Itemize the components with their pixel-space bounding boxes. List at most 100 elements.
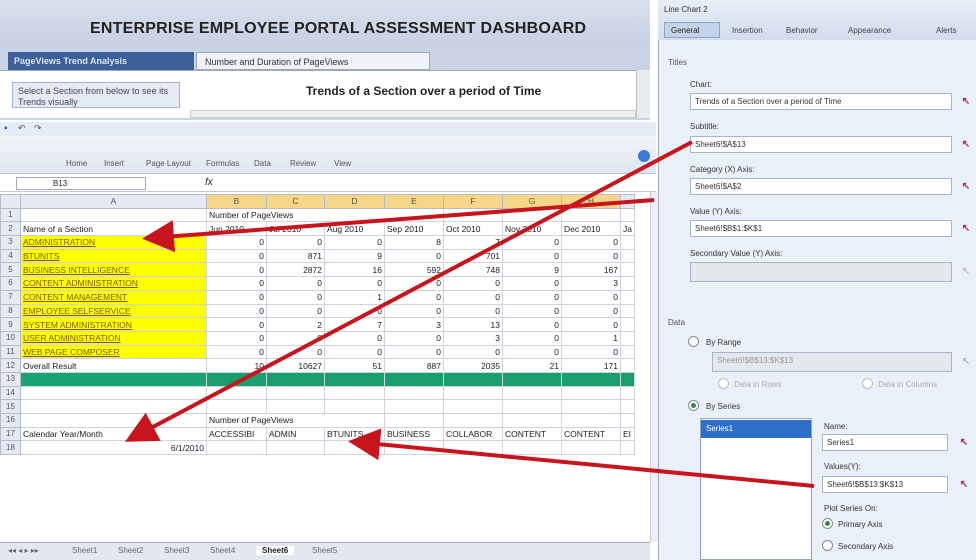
value-cell[interactable]: 0 bbox=[324, 303, 385, 319]
sheet-tab[interactable]: Sheet5 bbox=[312, 546, 337, 555]
overall-value-cell[interactable]: 10 bbox=[206, 358, 267, 373]
selected-cell[interactable] bbox=[384, 371, 444, 387]
cell[interactable] bbox=[620, 385, 635, 401]
row-header[interactable]: 3 bbox=[0, 235, 21, 250]
date-cell[interactable]: 6/1/2010 bbox=[20, 440, 207, 456]
tab-appearance[interactable]: Appearance bbox=[848, 26, 891, 35]
value-cell[interactable]: 3 bbox=[561, 276, 621, 291]
series-name-field[interactable]: Series1 bbox=[822, 434, 948, 451]
cell[interactable]: CONTENT bbox=[502, 426, 562, 442]
row-header[interactable]: 5 bbox=[0, 262, 21, 278]
overall-value-cell[interactable]: 887 bbox=[384, 358, 444, 373]
cell-picker-icon[interactable]: ↖ bbox=[956, 477, 972, 493]
column-header[interactable]: C bbox=[266, 194, 325, 209]
column-header[interactable]: D bbox=[324, 194, 385, 209]
cell[interactable] bbox=[384, 399, 444, 414]
value-cell[interactable]: 0 bbox=[206, 289, 267, 305]
cell[interactable] bbox=[266, 385, 325, 401]
tab-alerts[interactable]: Alerts bbox=[936, 26, 956, 35]
column-header[interactable]: A bbox=[20, 194, 207, 209]
category-axis-field[interactable]: Sheet6!$A$2 bbox=[690, 178, 952, 195]
cell[interactable] bbox=[561, 399, 621, 414]
value-cell[interactable]: 0 bbox=[206, 344, 267, 360]
cell[interactable]: COLLABOR bbox=[443, 426, 503, 442]
value-cell[interactable]: 0 bbox=[206, 262, 267, 278]
value-cell[interactable]: 0 bbox=[443, 276, 503, 291]
section-name-cell[interactable]: SYSTEM ADMINISTRATION bbox=[20, 317, 207, 332]
by-series-radio[interactable] bbox=[688, 400, 699, 411]
range-field[interactable]: Sheet6!$B$13:$K$13 bbox=[712, 352, 952, 372]
cell[interactable] bbox=[443, 385, 503, 401]
cell[interactable] bbox=[266, 399, 325, 414]
column-header[interactable]: H bbox=[561, 194, 621, 209]
cell-picker-icon[interactable]: ↖ bbox=[958, 221, 974, 237]
cell[interactable]: ACCESSIBI bbox=[206, 426, 267, 442]
sheet-vscrollbar[interactable] bbox=[650, 192, 658, 542]
selected-cell[interactable] bbox=[324, 371, 385, 387]
row-header[interactable]: 8 bbox=[0, 303, 21, 319]
sheet-tab[interactable]: Sheet2 bbox=[118, 546, 143, 555]
cell[interactable] bbox=[620, 248, 635, 264]
value-cell[interactable]: 0 bbox=[502, 248, 562, 264]
cell[interactable] bbox=[20, 399, 207, 414]
ribbon-tab-page-layout[interactable]: Page Layout bbox=[146, 159, 191, 168]
value-cell[interactable]: 0 bbox=[561, 248, 621, 264]
value-cell[interactable]: 0 bbox=[384, 248, 444, 264]
chart-title-field[interactable]: Trends of a Section over a period of Tim… bbox=[690, 93, 952, 110]
sheet-nav-icon[interactable]: ◂◂ ◂ ▸ ▸▸ bbox=[8, 546, 39, 555]
sheet-tab[interactable]: Sheet4 bbox=[210, 546, 235, 555]
row-header[interactable]: 7 bbox=[0, 289, 21, 305]
cell[interactable] bbox=[620, 262, 635, 278]
cell[interactable] bbox=[620, 303, 635, 319]
cell[interactable] bbox=[384, 440, 444, 456]
column-header[interactable]: G bbox=[502, 194, 562, 209]
value-cell[interactable]: 0 bbox=[324, 330, 385, 346]
value-cell[interactable]: 167 bbox=[561, 262, 621, 278]
series-values-field[interactable]: Sheet6!$B$13:$K$13 bbox=[822, 476, 948, 493]
corner-cell[interactable] bbox=[0, 194, 21, 209]
month-header[interactable]: Jul 2010 bbox=[266, 221, 325, 237]
value-cell[interactable]: 0 bbox=[443, 344, 503, 360]
value-cell[interactable]: 16 bbox=[324, 262, 385, 278]
cell[interactable]: EI bbox=[620, 426, 635, 442]
cell[interactable] bbox=[561, 385, 621, 401]
by-range-radio[interactable] bbox=[688, 336, 699, 347]
value-cell[interactable]: 0 bbox=[266, 303, 325, 319]
section-name-cell[interactable]: ADMINISTRATION bbox=[20, 235, 207, 250]
overall-value-cell[interactable]: 171 bbox=[561, 358, 621, 373]
secondary-axis-field[interactable] bbox=[690, 262, 952, 282]
row-header[interactable]: 12 bbox=[0, 358, 21, 373]
tab-number-duration[interactable]: Number and Duration of PageViews bbox=[196, 52, 430, 70]
row-header[interactable]: 15 bbox=[0, 399, 21, 414]
value-cell[interactable]: 0 bbox=[561, 303, 621, 319]
month-header[interactable]: Ja bbox=[620, 221, 635, 237]
value-cell[interactable]: 2872 bbox=[266, 262, 325, 278]
ribbon-tab-formulas[interactable]: Formulas bbox=[206, 159, 239, 168]
tab-pageviews-trend[interactable]: PageViews Trend Analysis bbox=[8, 52, 194, 70]
value-cell[interactable]: 0 bbox=[206, 330, 267, 346]
cell[interactable] bbox=[324, 440, 385, 456]
cell[interactable]: Number of PageViews bbox=[206, 207, 444, 223]
primary-axis-radio[interactable] bbox=[822, 518, 833, 529]
month-header[interactable]: Sep 2010 bbox=[384, 221, 444, 237]
month-header[interactable]: Jun 2010 bbox=[206, 221, 267, 237]
value-cell[interactable]: 9 bbox=[324, 248, 385, 264]
value-cell[interactable]: 7 bbox=[324, 317, 385, 332]
overall-value-cell[interactable]: 21 bbox=[502, 358, 562, 373]
cell[interactable] bbox=[206, 399, 267, 414]
selected-cell[interactable] bbox=[443, 371, 503, 387]
selected-cell[interactable] bbox=[502, 371, 562, 387]
value-cell[interactable]: 0 bbox=[206, 317, 267, 332]
cell[interactable] bbox=[443, 399, 503, 414]
overall-value-cell[interactable]: 10627 bbox=[266, 358, 325, 373]
ribbon-tab-insert[interactable]: Insert bbox=[104, 159, 124, 168]
value-cell[interactable]: 0 bbox=[502, 344, 562, 360]
selected-cell[interactable] bbox=[266, 371, 325, 387]
section-name-cell[interactable]: USER ADMINISTRATION bbox=[20, 330, 207, 346]
ribbon-tab-review[interactable]: Review bbox=[290, 159, 316, 168]
cell-picker-icon[interactable]: ↖ bbox=[958, 137, 974, 153]
cell[interactable] bbox=[620, 413, 635, 428]
cell[interactable] bbox=[620, 317, 635, 332]
cell[interactable] bbox=[443, 207, 503, 223]
value-cell[interactable]: 8 bbox=[384, 235, 444, 250]
